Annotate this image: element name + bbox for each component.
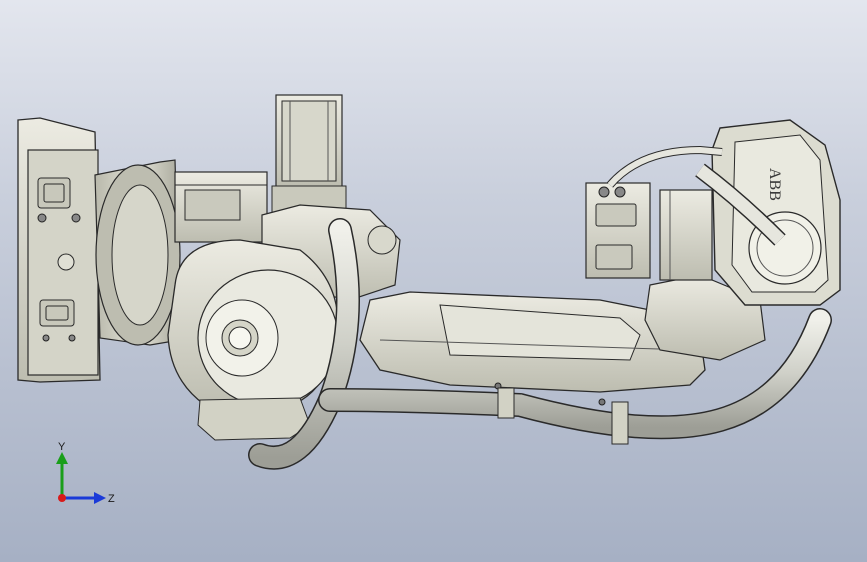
axis1-motor[interactable] — [174, 171, 268, 243]
coordinate-triad: Y Z — [56, 441, 115, 505]
z-axis-head — [94, 492, 106, 504]
axis4-motor[interactable] — [659, 189, 713, 281]
x-axis-dot — [58, 494, 66, 502]
axis1-gearbox[interactable] — [94, 159, 181, 346]
cad-graphics-viewport[interactable]: ABB Y Z — [0, 0, 867, 562]
y-axis-head — [56, 452, 68, 464]
connector-box[interactable] — [585, 182, 651, 279]
base-flange[interactable] — [17, 117, 101, 383]
robot-arm-model[interactable]: ABB — [0, 0, 867, 562]
axis2-motor[interactable] — [271, 94, 347, 215]
abb-logo: ABB — [766, 168, 783, 201]
z-axis-label: Z — [108, 493, 115, 505]
y-axis-label: Y — [58, 441, 66, 453]
